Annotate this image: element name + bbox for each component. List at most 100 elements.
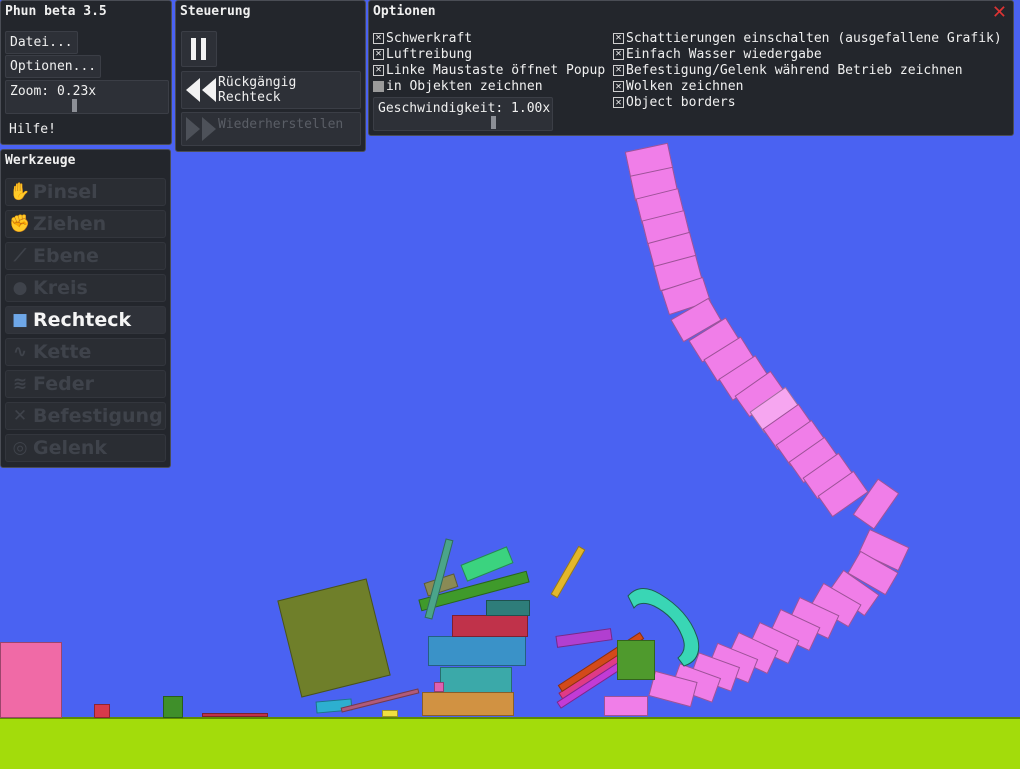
checkbox[interactable]: ✕ — [613, 97, 624, 109]
tools-panel: Werkzeuge ✋ Pinsel ✊ Ziehen ⟋ Ebene ● Kreis ■ Rec… — [0, 149, 171, 468]
chain-link — [718, 355, 770, 401]
undo-label-line2: Rechteck — [218, 90, 281, 105]
green-wedge — [617, 640, 655, 680]
control-panel: Steuerung Rückgängig Rechteck Wiederhers… — [175, 0, 366, 152]
tool-1[interactable]: ✊ Ziehen — [5, 210, 166, 238]
zoom-label: Zoom: 0.23x — [10, 84, 97, 99]
pause-button[interactable] — [181, 31, 217, 67]
zoom-slider-thumb[interactable] — [72, 99, 77, 112]
tool-label: Ziehen — [33, 213, 107, 235]
speed-slider-thumb[interactable] — [491, 116, 496, 129]
green-plank — [418, 570, 530, 612]
checkbox[interactable] — [373, 81, 384, 93]
tool-5[interactable]: ∿ Kette — [5, 338, 166, 366]
olive-box — [277, 578, 391, 698]
chain-link — [810, 582, 862, 628]
yellow-plank — [550, 545, 586, 599]
control-title: Steuerung — [180, 4, 251, 19]
zoom-control[interactable]: Zoom: 0.23x — [5, 80, 169, 114]
chain-link — [788, 436, 840, 484]
tool-0[interactable]: ✋ Pinsel — [5, 178, 166, 206]
spring-icon: ≋ — [12, 374, 28, 394]
chain-link — [748, 621, 800, 665]
chain-link — [661, 276, 711, 316]
tools-title: Werkzeuge — [5, 153, 76, 168]
left-option-3[interactable]: in Objekten zeichnen — [373, 79, 543, 95]
chain-link — [624, 142, 674, 178]
chain-link — [852, 478, 900, 530]
chain-link — [828, 569, 880, 617]
chain-link — [769, 608, 821, 652]
chain-link — [802, 452, 854, 500]
tool-label: Gelenk — [33, 437, 108, 459]
file-menu-button[interactable]: Datei... — [5, 31, 78, 54]
tiny-pink — [434, 682, 444, 692]
right-option-1[interactable]: ✕ Einfach Wasser wiedergabe — [613, 46, 822, 62]
chain-link — [703, 336, 755, 382]
checkbox[interactable]: ✕ — [613, 81, 624, 93]
checkbox[interactable]: ✕ — [613, 64, 624, 76]
fixate-icon: ✕ — [12, 406, 28, 426]
tiny-yellow — [382, 710, 398, 717]
chain-link — [858, 528, 910, 572]
option-label: Einfach Wasser wiedergabe — [626, 46, 822, 62]
chain-link — [688, 317, 740, 363]
right-option-3[interactable]: ✕ Wolken zeichnen — [613, 79, 743, 95]
left-option-2[interactable]: ✕ Linke Maustaste öffnet Popup — [373, 62, 605, 78]
right-option-0[interactable]: ✕ Schattierungen einschalten (ausgefallen… — [613, 30, 1002, 46]
help-button[interactable]: Hilfe! — [5, 119, 60, 140]
hinge-icon: ◎ — [12, 438, 28, 458]
magenta-plank — [556, 643, 652, 709]
tool-4[interactable]: ■ Rechteck — [5, 306, 166, 334]
tool-label: Pinsel — [33, 181, 98, 203]
speed-control[interactable]: Geschwindigkeit: 1.00x — [373, 97, 553, 131]
tool-8[interactable]: ◎ Gelenk — [5, 434, 166, 462]
pink-box — [604, 696, 648, 716]
right-option-4[interactable]: ✕ Object borders — [613, 95, 736, 111]
left-option-1[interactable]: ✕ Luftreibung — [373, 46, 472, 62]
rewind-icon — [186, 78, 216, 102]
undo-label-line1: Rückgängig — [218, 75, 297, 90]
checkbox[interactable]: ✕ — [613, 48, 624, 60]
tool-3[interactable]: ● Kreis — [5, 274, 166, 302]
chain-link — [817, 470, 869, 518]
option-label: Luftreibung — [386, 46, 473, 62]
chain-link — [648, 670, 698, 708]
circle-icon: ● — [12, 278, 28, 298]
right-option-2[interactable]: ✕ Befestigung/Gelenk während Betrieb zeic… — [613, 62, 963, 78]
grey-block — [423, 573, 459, 597]
orange-slab — [422, 692, 514, 716]
checkbox[interactable]: ✕ — [373, 48, 384, 60]
chain-link — [734, 370, 786, 418]
fast-forward-icon — [186, 117, 216, 141]
option-label: Wolken zeichnen — [626, 79, 744, 95]
checkbox[interactable]: ✕ — [373, 32, 384, 44]
chain-link — [727, 631, 779, 675]
chain-link — [635, 188, 685, 224]
pink-plank — [558, 638, 648, 702]
left-option-0[interactable]: ✕ Schwerkraft — [373, 30, 472, 46]
cyan-block — [315, 698, 353, 714]
chain-link — [670, 297, 722, 343]
chain-link — [670, 663, 722, 703]
drag-icon: ✊ — [9, 214, 31, 234]
rectangle-icon: ■ — [11, 310, 29, 330]
tool-7[interactable]: ✕ Befestigung — [5, 402, 166, 430]
close-icon[interactable]: ✕ — [992, 2, 1007, 23]
plane-icon: ⟋ — [14, 246, 26, 266]
chain-link — [629, 166, 679, 202]
tool-6[interactable]: ≋ Feder — [5, 370, 166, 398]
undo-button[interactable]: Rückgängig Rechteck — [181, 71, 361, 109]
checkbox[interactable]: ✕ — [373, 64, 384, 76]
mint-block — [460, 546, 514, 582]
tool-2[interactable]: ⟋ Ebene — [5, 242, 166, 270]
redo-button[interactable]: Wiederherstellen — [181, 112, 361, 146]
options-menu-button[interactable]: Optionen... — [5, 55, 102, 78]
small-green-box — [163, 696, 183, 718]
brush-icon: ✋ — [9, 182, 31, 202]
thin-plank — [340, 688, 420, 713]
checkbox[interactable]: ✕ — [613, 32, 624, 44]
option-label: Object borders — [626, 95, 736, 111]
option-label: Befestigung/Gelenk während Betrieb zeich… — [626, 62, 963, 78]
speed-label: Geschwindigkeit: 1.00x — [378, 101, 551, 116]
